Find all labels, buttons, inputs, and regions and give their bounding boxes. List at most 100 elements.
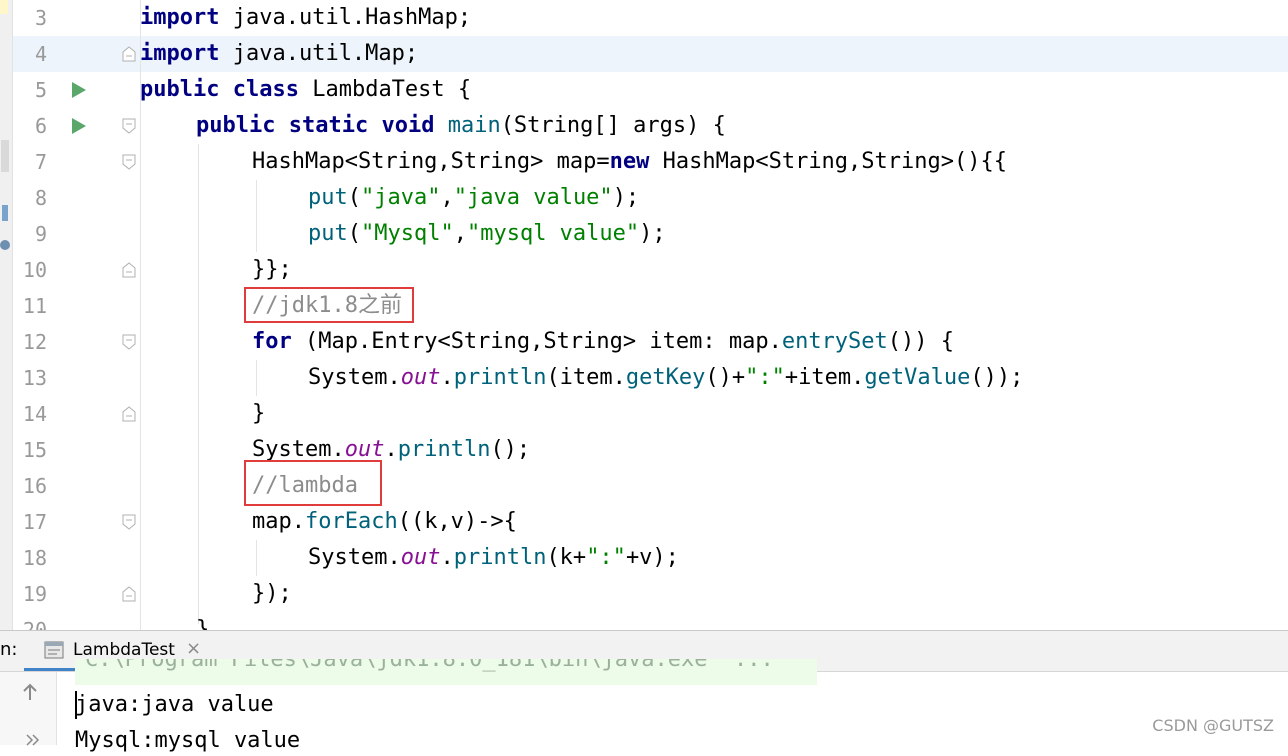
code-text: );: [612, 185, 640, 210]
code-text: ((k,v)->{: [397, 509, 517, 534]
run-tool-window: n: LambdaTest × C:\Program Files\Java\jd…: [0, 630, 1288, 753]
tool-strip-marker: [1, 140, 9, 172]
code-line-19[interactable]: });: [252, 576, 292, 612]
console-icon: [44, 641, 64, 659]
code-line-6[interactable]: public static void main(String[] args) {: [196, 108, 726, 144]
method-name: put: [308, 221, 348, 246]
code-text: HashMap<String,String>(){{: [649, 149, 1007, 174]
chevron-double-icon[interactable]: [26, 734, 40, 746]
fold-start-icon[interactable]: [122, 154, 136, 170]
indent-guide: [256, 360, 257, 396]
string-literal: ":": [586, 545, 626, 570]
line-number: 17: [22, 510, 47, 534]
line-number: 3: [34, 6, 47, 30]
code-line-14[interactable]: }: [252, 396, 265, 432]
comment-highlight-box: [244, 460, 382, 506]
fold-start-icon[interactable]: [122, 514, 136, 530]
code-text: }: [252, 401, 266, 426]
method-name: getKey: [625, 365, 706, 390]
console-output-line: java:java value: [75, 692, 274, 717]
string-literal: "mysql value": [466, 221, 640, 246]
code-text: (k+: [546, 545, 587, 570]
code-line-8[interactable]: put("java","java value");: [308, 180, 639, 216]
line-number: 16: [22, 474, 47, 498]
code-text: java.util.Map;: [219, 41, 419, 66]
arrow-up-icon[interactable]: [22, 682, 38, 702]
fold-start-icon[interactable]: [122, 334, 136, 350]
code-line-12[interactable]: for (Map.Entry<String,String> item: map.…: [252, 324, 954, 360]
code-line-7[interactable]: HashMap<String,String> map=new HashMap<S…: [252, 144, 1007, 180]
bookmark-icon[interactable]: [0, 240, 10, 250]
line-number: 18: [22, 546, 47, 570]
keyword: void: [381, 113, 435, 138]
fold-end-icon[interactable]: [122, 586, 136, 602]
code-text: ,: [440, 185, 454, 210]
line-number: 12: [22, 330, 47, 354]
fold-end-icon[interactable]: [122, 262, 136, 278]
fold-start-icon[interactable]: [122, 118, 136, 134]
code-text: .: [384, 437, 398, 462]
line-number: 7: [34, 150, 47, 174]
code-text: (item.: [546, 365, 626, 390]
method-name: println: [397, 437, 491, 462]
code-line-4[interactable]: import java.util.Map;: [140, 36, 418, 72]
code-text: map.: [252, 509, 305, 534]
line-number: 19: [22, 582, 47, 606]
method-name: put: [308, 185, 348, 210]
code-text: ()) {: [887, 329, 955, 354]
fold-end-icon[interactable]: [122, 46, 136, 62]
run-main-icon[interactable]: [72, 118, 86, 134]
line-number: 8: [34, 186, 47, 210]
keyword: public: [140, 77, 220, 102]
string-literal: "java": [361, 185, 441, 210]
code-text: .: [440, 365, 454, 390]
code-text: ()+: [705, 365, 746, 390]
watermark: CSDN @GUTSZ: [1152, 716, 1274, 735]
method-name: main: [447, 113, 501, 138]
code-line-9[interactable]: put("Mysql","mysql value");: [308, 216, 666, 252]
line-number: 4: [34, 42, 47, 66]
fold-end-icon[interactable]: [122, 406, 136, 422]
code-line-13[interactable]: System.out.println(item.getKey()+":"+ite…: [308, 360, 1023, 396]
static-field: out: [400, 545, 441, 570]
code-line-18[interactable]: System.out.println(k+":"+v);: [308, 540, 679, 576]
method-name: println: [453, 545, 547, 570]
code-text: .: [440, 545, 454, 570]
code-text: );: [639, 221, 666, 246]
static-field: out: [344, 437, 385, 462]
code-line-5[interactable]: public class LambdaTest {: [140, 72, 471, 108]
close-icon[interactable]: ×: [186, 638, 201, 659]
string-literal: "java value": [453, 185, 613, 210]
line-number: 13: [22, 366, 47, 390]
code-line-10[interactable]: }};: [252, 252, 292, 288]
method-name: println: [453, 365, 547, 390]
line-number: 9: [34, 222, 47, 246]
indent-guide: [256, 180, 257, 252]
line-number: 15: [22, 438, 47, 462]
keyword: class: [232, 77, 299, 102]
structure-icon[interactable]: [2, 205, 8, 221]
code-line-17[interactable]: map.forEach((k,v)->{: [252, 504, 517, 540]
run-label: n:: [0, 639, 18, 660]
console-command-line: C:\Program Files\Java\jdk1.8.0_181\bin\j…: [75, 659, 817, 685]
code-text: (Map.Entry<String,String> item: map.: [291, 329, 782, 354]
left-tool-strip: [0, 0, 13, 630]
console-output-line: Mysql:mysql value: [75, 728, 301, 753]
code-text: +item.: [784, 365, 865, 390]
run-class-icon[interactable]: [72, 82, 86, 98]
method-name: getValue: [864, 365, 971, 390]
keyword: public: [196, 113, 276, 138]
console-toolbar: [0, 672, 57, 746]
string-literal: ":": [745, 365, 785, 390]
keyword: static: [288, 113, 369, 138]
code-text: ,: [453, 221, 467, 246]
comment-highlight-box: [244, 287, 414, 323]
line-number: 14: [22, 402, 47, 426]
code-line-3[interactable]: import java.util.HashMap;: [140, 0, 471, 36]
code-text: System.: [308, 545, 401, 570]
code-text: });: [252, 581, 292, 606]
